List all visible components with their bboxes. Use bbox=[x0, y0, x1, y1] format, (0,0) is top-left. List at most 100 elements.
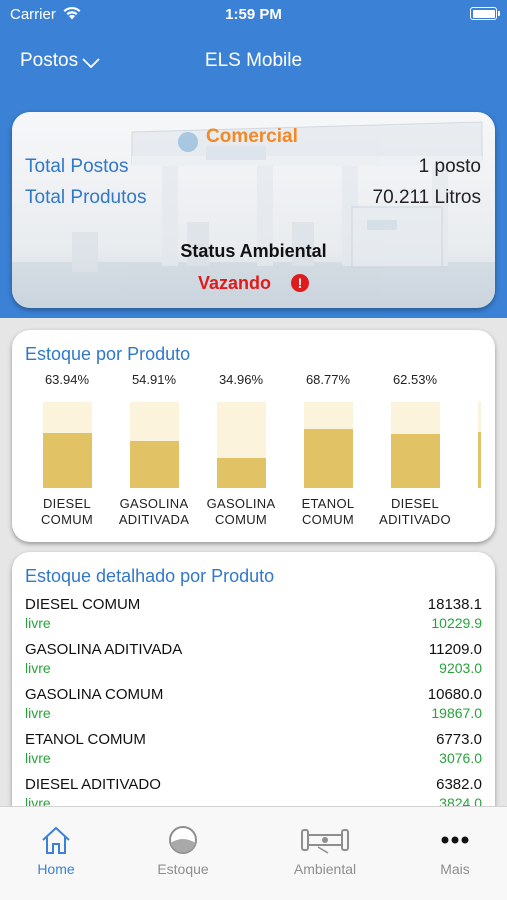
stock-bar-track bbox=[303, 402, 353, 488]
alert-icon: ! bbox=[291, 274, 309, 292]
stock-bar-product-name: ETANOL COMUM bbox=[283, 496, 373, 528]
stock-bar-name-line2: ADITIVADA bbox=[118, 512, 190, 527]
tab-ambiental-label: Ambiental bbox=[293, 861, 357, 877]
detail-product-volume: 10680.0 bbox=[427, 686, 482, 703]
stock-bar-name-line2: COMUM bbox=[301, 512, 355, 527]
posto-type-badge: Comercial bbox=[206, 126, 298, 147]
stock-bar-name-line2: COMUM bbox=[214, 512, 268, 527]
stock-bar-item[interactable]: 6 DIE bbox=[457, 370, 481, 512]
total-produtos-label: Total Produtos bbox=[25, 187, 147, 208]
tab-mais[interactable]: Mais bbox=[405, 825, 505, 877]
tab-bar: Home Estoque Ambiental Mais bbox=[0, 806, 507, 900]
detail-product-name: DIESEL COMUM bbox=[25, 596, 141, 613]
tab-mais-label: Mais bbox=[440, 861, 470, 877]
detail-free-volume: 10229.9 bbox=[431, 615, 482, 631]
total-postos-label: Total Postos bbox=[25, 156, 129, 177]
stock-bar-name-line1: DIESEL bbox=[390, 496, 440, 511]
top-bar: Carrier 1:59 PM Postos ELS Mobile bbox=[0, 0, 507, 96]
total-produtos-row: Total Produtos 70.211 Litros bbox=[25, 187, 481, 209]
summary-card: Comercial Total Postos 1 posto Total Pro… bbox=[12, 112, 495, 308]
stock-detail-card: Estoque detalhado por Produto DIESEL COM… bbox=[12, 552, 495, 842]
detail-product-name: ETANOL COMUM bbox=[25, 731, 146, 748]
stock-bar-fill bbox=[477, 432, 481, 488]
detail-list: DIESEL COMUM 18138.1 livre 10229.9 GASOLINA … bbox=[25, 596, 482, 821]
stock-by-product-card: Estoque por Produto 63.94% DIESEL COMUM 54.… bbox=[12, 330, 495, 542]
detail-row[interactable]: GASOLINA COMUM 10680.0 livre 19867.0 bbox=[25, 686, 482, 731]
tab-home-label: Home bbox=[37, 861, 75, 877]
detail-product-volume: 18138.1 bbox=[427, 596, 482, 613]
detail-free-label: livre bbox=[25, 615, 51, 631]
stock-bar-fill bbox=[303, 428, 353, 488]
detail-product-volume: 6773.0 bbox=[436, 731, 482, 748]
detail-product-name: DIESEL ADITIVADO bbox=[25, 776, 161, 793]
stock-bar-percent: 63.94% bbox=[44, 372, 90, 387]
total-postos-value: 1 posto bbox=[418, 156, 481, 177]
battery-tip bbox=[498, 11, 500, 16]
detail-row[interactable]: ETANOL COMUM 6773.0 livre 3076.0 bbox=[25, 731, 482, 776]
stock-bar-track bbox=[477, 402, 481, 488]
clock: 1:59 PM bbox=[225, 6, 282, 23]
chevron-down-icon bbox=[82, 58, 100, 68]
stock-bar-chart[interactable]: 63.94% DIESEL COMUM 54.91% GASOLINA ADITIVADA… bbox=[12, 370, 481, 535]
stock-bar-name-line2: COMUM bbox=[40, 512, 94, 527]
total-produtos-value: 70.211 Litros bbox=[372, 187, 481, 208]
detail-row[interactable]: GASOLINA ADITIVADA 11209.0 livre 9203.0 bbox=[25, 641, 482, 686]
detail-card-title: Estoque detalhado por Produto bbox=[25, 566, 275, 586]
pipe-icon bbox=[301, 829, 349, 854]
stock-bar-percent: 6 bbox=[457, 370, 481, 390]
stock-bar-item[interactable]: 63.94% DIESEL COMUM bbox=[22, 370, 112, 528]
postos-dropdown[interactable]: Postos bbox=[20, 50, 100, 72]
stock-bar-name-line1: DIE bbox=[457, 496, 481, 512]
stock-bar-track bbox=[129, 402, 179, 488]
stock-bar-name-line1: ETANOL bbox=[301, 496, 355, 511]
stock-bar-percent: 68.77% bbox=[305, 372, 351, 387]
stock-bar-item[interactable]: 62.53% DIESEL ADITIVADO bbox=[370, 370, 460, 528]
stock-bar-fill bbox=[390, 434, 440, 488]
stock-bar-product-name: GASOLINA COMUM bbox=[196, 496, 286, 528]
stock-bar-fill bbox=[42, 433, 92, 488]
tab-ambiental[interactable]: Ambiental bbox=[275, 825, 375, 877]
battery-icon bbox=[470, 7, 497, 20]
stock-card-title: Estoque por Produto bbox=[25, 344, 191, 364]
detail-product-name: GASOLINA COMUM bbox=[25, 686, 164, 703]
stock-bar-percent: 62.53% bbox=[392, 372, 438, 387]
detail-free-volume: 9203.0 bbox=[439, 660, 482, 676]
status-ambiental-value: Vazando bbox=[198, 273, 272, 293]
detail-product-volume: 6382.0 bbox=[436, 776, 482, 793]
stock-bar-fill bbox=[216, 457, 266, 488]
stock-bar-name-line2: ADITIVADO bbox=[379, 512, 451, 527]
stock-bar-item[interactable]: 54.91% GASOLINA ADITIVADA bbox=[109, 370, 199, 528]
detail-product-name: GASOLINA ADITIVADA bbox=[25, 641, 183, 658]
tab-home[interactable]: Home bbox=[6, 825, 106, 877]
stock-bar-product-name: DIESEL ADITIVADO bbox=[370, 496, 460, 528]
stock-bar-item[interactable]: 68.77% ETANOL COMUM bbox=[283, 370, 373, 528]
detail-free-label: livre bbox=[25, 705, 51, 721]
detail-free-label: livre bbox=[25, 750, 51, 766]
home-icon bbox=[42, 826, 70, 854]
detail-product-volume: 11209.0 bbox=[428, 641, 482, 658]
detail-row[interactable]: DIESEL COMUM 18138.1 livre 10229.9 bbox=[25, 596, 482, 641]
stock-bar-name-line1: GASOLINA bbox=[206, 496, 276, 511]
stock-bar-name-line1: DIESEL bbox=[42, 496, 92, 511]
detail-free-volume: 19867.0 bbox=[431, 705, 482, 721]
stock-bar-track bbox=[216, 402, 266, 488]
gauge-icon bbox=[169, 826, 197, 854]
stock-bar-item[interactable]: 34.96% GASOLINA COMUM bbox=[196, 370, 286, 528]
detail-free-label: livre bbox=[25, 660, 51, 676]
tab-estoque[interactable]: Estoque bbox=[133, 825, 233, 877]
status-ambiental-label: Status Ambiental bbox=[180, 241, 327, 261]
stock-bar-fill bbox=[129, 440, 179, 488]
stock-bar-product-name: GASOLINA ADITIVADA bbox=[109, 496, 199, 528]
stock-bar-product-name: DIE bbox=[457, 496, 481, 512]
tab-estoque-label: Estoque bbox=[157, 861, 209, 877]
stock-bar-product-name: DIESEL COMUM bbox=[22, 496, 112, 528]
total-postos-row: Total Postos 1 posto bbox=[25, 156, 481, 178]
postos-label: Postos bbox=[20, 50, 79, 71]
stock-bar-percent: 54.91% bbox=[131, 372, 177, 387]
more-icon bbox=[441, 836, 469, 844]
stock-bar-percent: 34.96% bbox=[218, 372, 264, 387]
detail-free-volume: 3076.0 bbox=[439, 750, 482, 766]
summary-content: Comercial Total Postos 1 posto Total Pro… bbox=[12, 112, 495, 308]
status-bar: Carrier 1:59 PM bbox=[0, 0, 507, 28]
stock-bar-track bbox=[42, 402, 92, 488]
